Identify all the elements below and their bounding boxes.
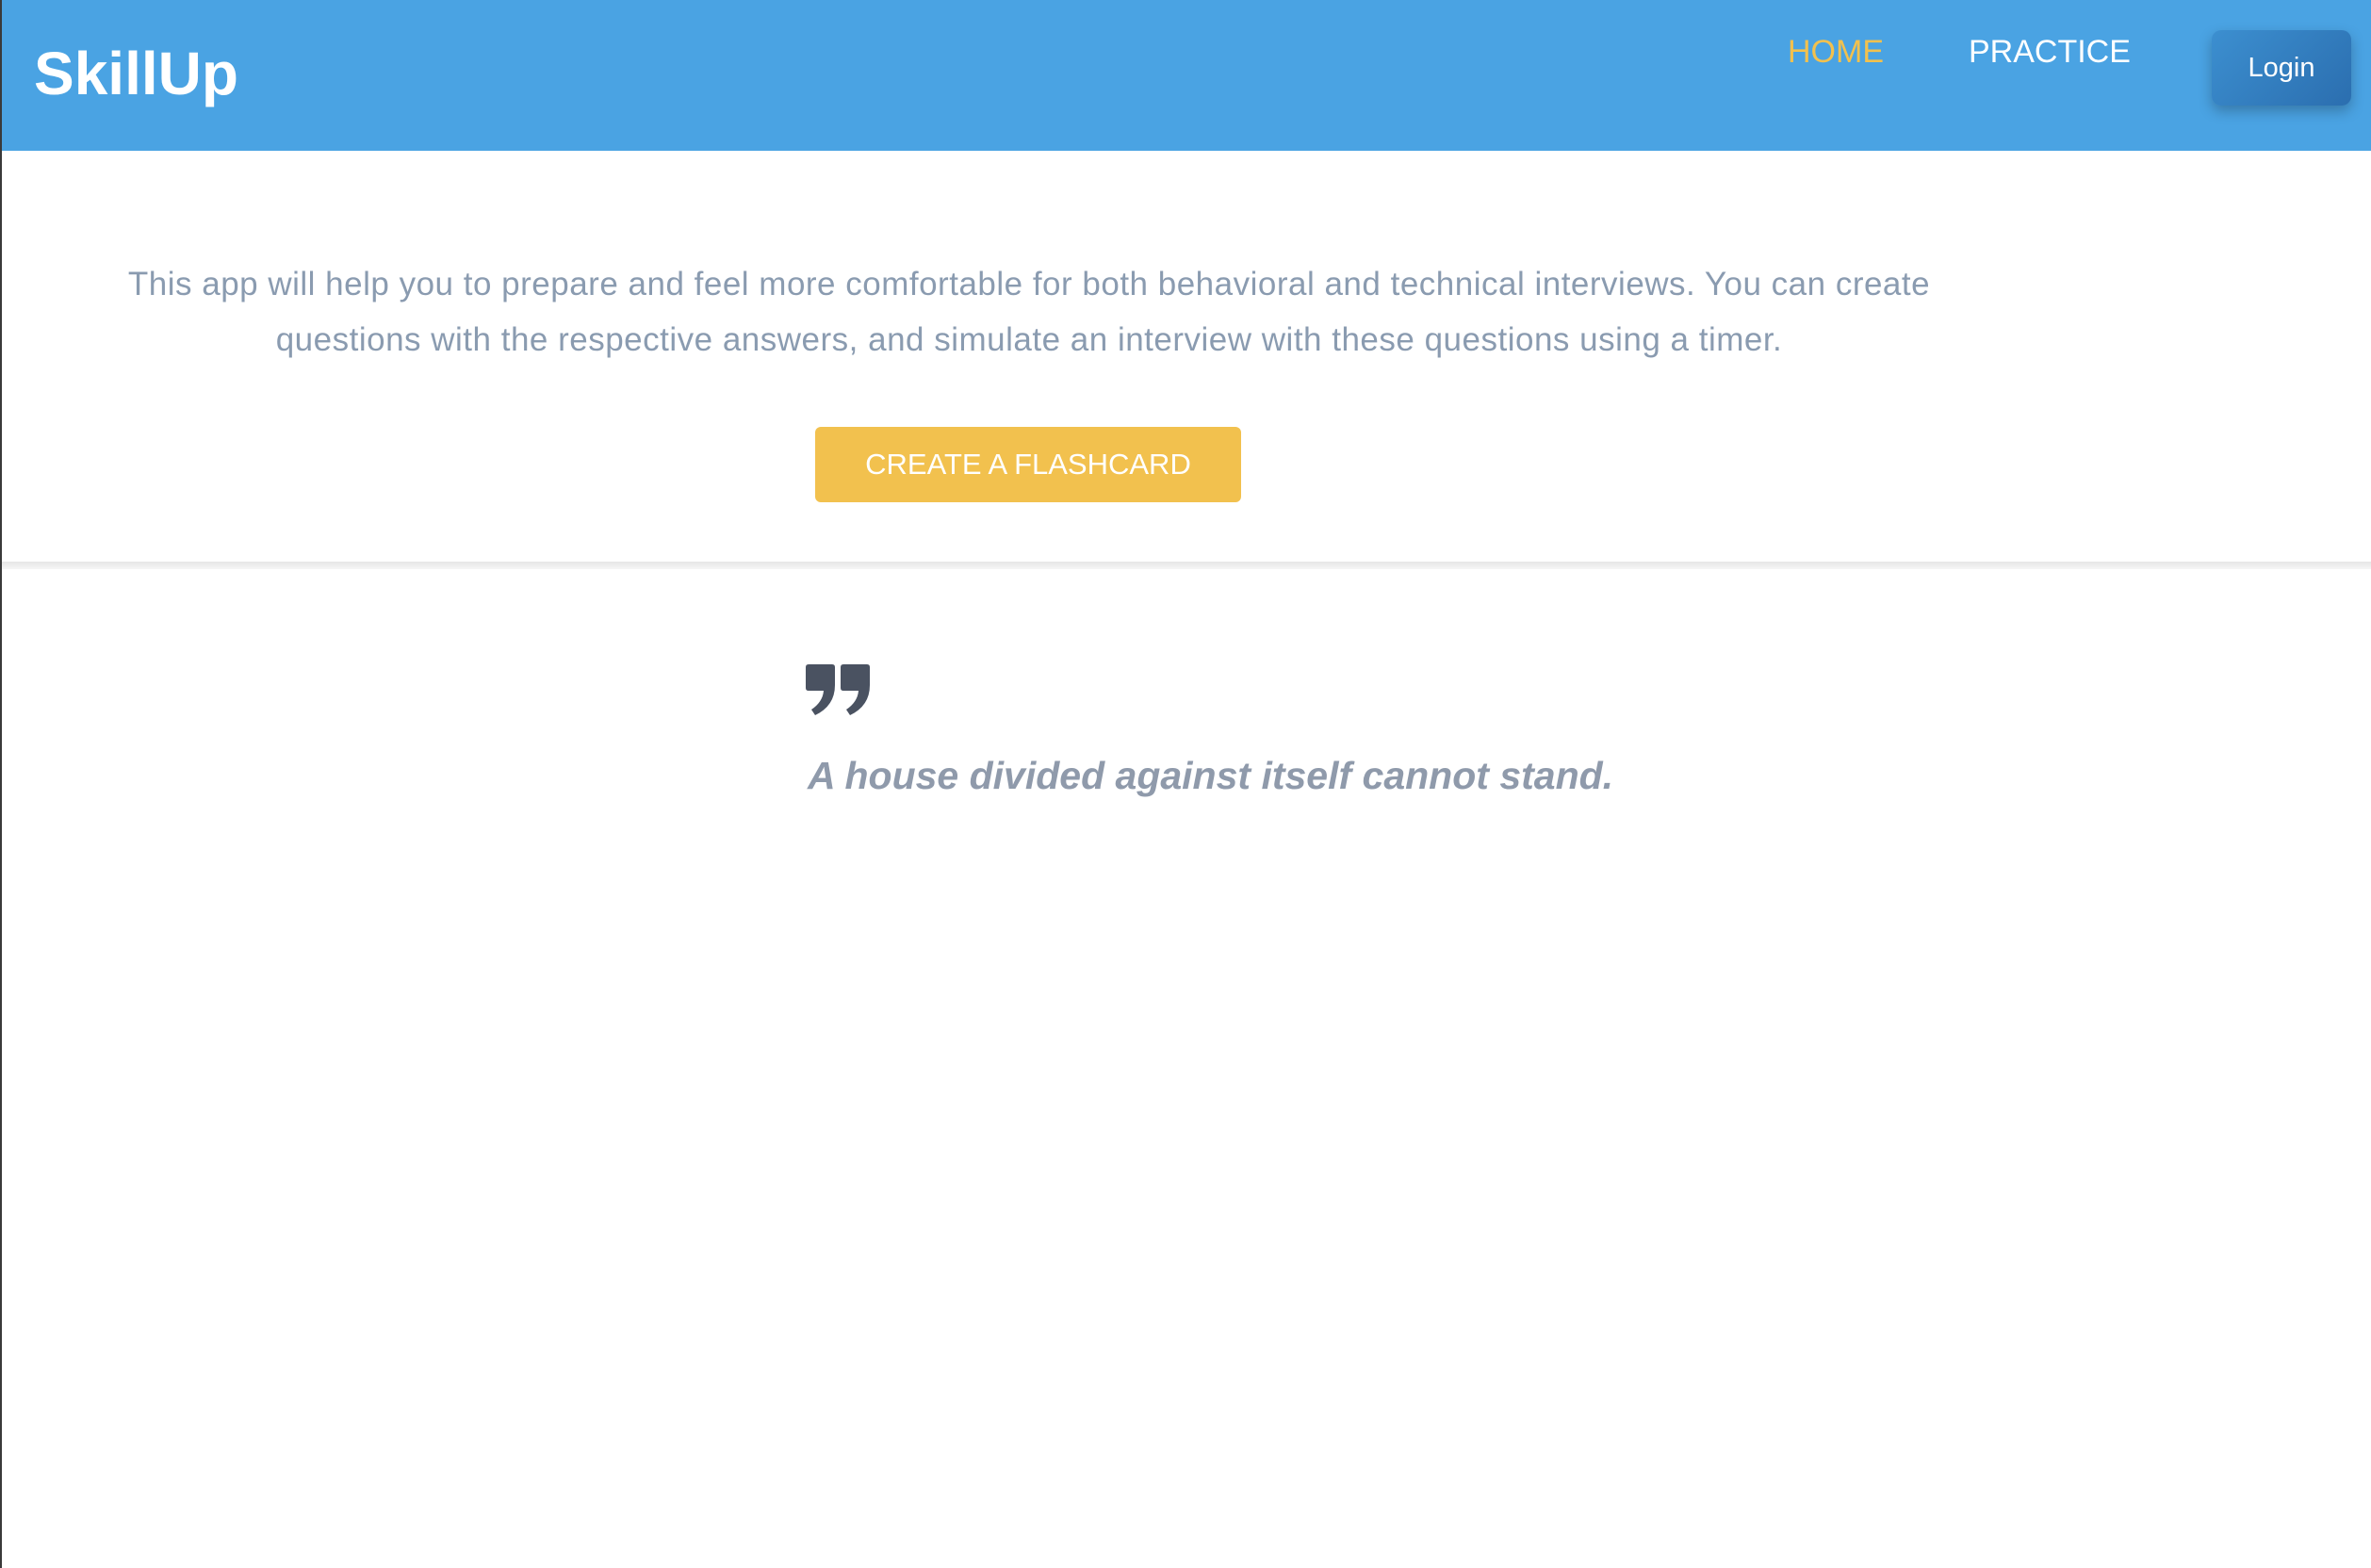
quote-icon	[806, 664, 870, 715]
intro-section: This app will help you to prepare and fe…	[2, 151, 2371, 562]
quote-text: A house divided against itself cannot st…	[808, 754, 1614, 797]
brand-logo[interactable]: SkillUp	[34, 38, 238, 109]
login-button[interactable]: Login	[2212, 30, 2351, 106]
page: SkillUp HOME PRACTICE Login This app wil…	[0, 0, 2371, 1568]
intro-description: This app will help you to prepare and fe…	[127, 266, 1931, 358]
create-flashcard-button[interactable]: CREATE A FLASHCARD	[815, 427, 1241, 502]
nav-link-home[interactable]: HOME	[1788, 31, 1884, 73]
nav-link-practice[interactable]: PRACTICE	[1969, 31, 2131, 73]
top-navbar: SkillUp HOME PRACTICE Login	[2, 0, 2371, 151]
section-divider	[2, 562, 2371, 569]
